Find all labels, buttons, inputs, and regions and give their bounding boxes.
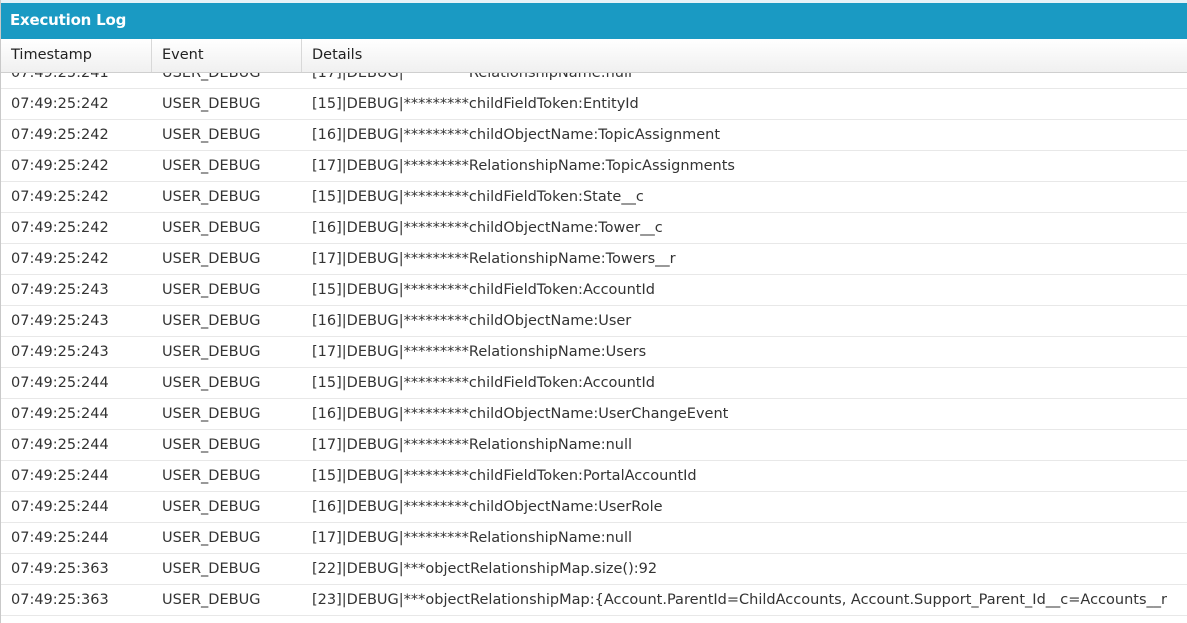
row-event: USER_DEBUG bbox=[162, 530, 261, 546]
row-details: [15]|DEBUG|*********childFieldToken:Stat… bbox=[312, 189, 644, 205]
row-event: USER_DEBUG bbox=[162, 73, 261, 81]
row-details: [15]|DEBUG|*********childFieldToken:Enti… bbox=[312, 96, 639, 112]
row-timestamp: 07:49:25:244 bbox=[11, 530, 109, 546]
row-timestamp: 07:49:25:242 bbox=[11, 220, 109, 236]
row-event: USER_DEBUG bbox=[162, 158, 261, 174]
table-row[interactable]: 07:49:25:363 USER_DEBUG [22]|DEBUG|***obje… bbox=[1, 554, 1187, 585]
row-timestamp: 07:49:25:243 bbox=[11, 313, 109, 329]
row-timestamp: 07:49:25:243 bbox=[11, 282, 109, 298]
row-timestamp: 07:49:25:363 bbox=[11, 592, 109, 608]
table-row[interactable]: 07:49:25:241 USER_DEBUG [17]|DEBUG|*******… bbox=[1, 73, 1187, 89]
table-row[interactable]: 07:49:25:242 USER_DEBUG [16]|DEBUG|*******… bbox=[1, 120, 1187, 151]
log-rows: 07:49:25:241 USER_DEBUG [17]|DEBUG|*******… bbox=[1, 73, 1187, 616]
table-row[interactable]: 07:49:25:242 USER_DEBUG [15]|DEBUG|*******… bbox=[1, 182, 1187, 213]
row-timestamp: 07:49:25:241 bbox=[11, 73, 109, 81]
row-timestamp: 07:49:25:242 bbox=[11, 251, 109, 267]
table-row[interactable]: 07:49:25:243 USER_DEBUG [16]|DEBUG|*******… bbox=[1, 306, 1187, 337]
execution-log-panel: Execution Log Timestamp Event Details 07… bbox=[0, 0, 1187, 623]
table-row[interactable]: 07:49:25:243 USER_DEBUG [17]|DEBUG|*******… bbox=[1, 337, 1187, 368]
row-details: [17]|DEBUG|*********RelationshipName:Top… bbox=[312, 158, 735, 174]
row-event: USER_DEBUG bbox=[162, 251, 261, 267]
row-details: [16]|DEBUG|*********childObjectName:User… bbox=[312, 406, 729, 422]
row-details: [17]|DEBUG|*********RelationshipName:Use… bbox=[312, 344, 647, 360]
row-details: [16]|DEBUG|*********childObjectName:User… bbox=[312, 499, 663, 515]
row-event: USER_DEBUG bbox=[162, 344, 261, 360]
log-table-body[interactable]: 07:49:25:241 USER_DEBUG [17]|DEBUG|*******… bbox=[1, 73, 1187, 623]
row-event: USER_DEBUG bbox=[162, 375, 261, 391]
row-details: [17]|DEBUG|*********RelationshipName:nul… bbox=[312, 437, 633, 453]
table-row[interactable]: 07:49:25:244 USER_DEBUG [15]|DEBUG|*******… bbox=[1, 461, 1187, 492]
row-timestamp: 07:49:25:244 bbox=[11, 375, 109, 391]
row-event: USER_DEBUG bbox=[162, 313, 261, 329]
row-timestamp: 07:49:25:242 bbox=[11, 96, 109, 112]
row-event: USER_DEBUG bbox=[162, 561, 261, 577]
panel-title: Execution Log bbox=[10, 11, 127, 29]
row-timestamp: 07:49:25:244 bbox=[11, 437, 109, 453]
panel-titlebar: Execution Log bbox=[1, 0, 1187, 39]
row-event: USER_DEBUG bbox=[162, 592, 261, 608]
table-row[interactable]: 07:49:25:242 USER_DEBUG [16]|DEBUG|*******… bbox=[1, 213, 1187, 244]
row-event: USER_DEBUG bbox=[162, 406, 261, 422]
table-row[interactable]: 07:49:25:244 USER_DEBUG [17]|DEBUG|*******… bbox=[1, 430, 1187, 461]
row-event: USER_DEBUG bbox=[162, 127, 261, 143]
log-table-header: Timestamp Event Details bbox=[1, 39, 1187, 73]
row-timestamp: 07:49:25:244 bbox=[11, 406, 109, 422]
row-details: [15]|DEBUG|*********childFieldToken:Port… bbox=[312, 468, 697, 484]
row-event: USER_DEBUG bbox=[162, 437, 261, 453]
row-timestamp: 07:49:25:244 bbox=[11, 499, 109, 515]
table-row[interactable]: 07:49:25:243 USER_DEBUG [15]|DEBUG|*******… bbox=[1, 275, 1187, 306]
row-timestamp: 07:49:25:242 bbox=[11, 127, 109, 143]
row-timestamp: 07:49:25:244 bbox=[11, 468, 109, 484]
column-header-details[interactable]: Details bbox=[302, 39, 1187, 72]
row-details: [22]|DEBUG|***objectRelationshipMap.size… bbox=[312, 561, 658, 577]
row-event: USER_DEBUG bbox=[162, 96, 261, 112]
row-event: USER_DEBUG bbox=[162, 282, 261, 298]
table-row[interactable]: 07:49:25:244 USER_DEBUG [16]|DEBUG|*******… bbox=[1, 399, 1187, 430]
row-timestamp: 07:49:25:242 bbox=[11, 158, 109, 174]
row-timestamp: 07:49:25:242 bbox=[11, 189, 109, 205]
row-event: USER_DEBUG bbox=[162, 468, 261, 484]
row-event: USER_DEBUG bbox=[162, 220, 261, 236]
table-row[interactable]: 07:49:25:363 USER_DEBUG [23]|DEBUG|***obje… bbox=[1, 585, 1187, 616]
row-details: [16]|DEBUG|*********childObjectName:Towe… bbox=[312, 220, 663, 236]
row-details: [15]|DEBUG|*********childFieldToken:Acco… bbox=[312, 282, 655, 298]
row-timestamp: 07:49:25:363 bbox=[11, 561, 109, 577]
row-details: [16]|DEBUG|*********childObjectName:Topi… bbox=[312, 127, 721, 143]
column-header-timestamp[interactable]: Timestamp bbox=[1, 39, 152, 72]
row-event: USER_DEBUG bbox=[162, 499, 261, 515]
row-details: [15]|DEBUG|*********childFieldToken:Acco… bbox=[312, 375, 655, 391]
row-details: [17]|DEBUG|*********RelationshipName:Tow… bbox=[312, 251, 676, 267]
row-timestamp: 07:49:25:243 bbox=[11, 344, 109, 360]
table-row[interactable]: 07:49:25:244 USER_DEBUG [17]|DEBUG|*******… bbox=[1, 523, 1187, 554]
row-details: [23]|DEBUG|***objectRelationshipMap:{Acc… bbox=[312, 592, 1167, 608]
row-details: [16]|DEBUG|*********childObjectName:User bbox=[312, 313, 632, 329]
row-details: [17]|DEBUG|*********RelationshipName:nul… bbox=[312, 73, 633, 81]
table-row[interactable]: 07:49:25:242 USER_DEBUG [15]|DEBUG|*******… bbox=[1, 89, 1187, 120]
row-event: USER_DEBUG bbox=[162, 189, 261, 205]
table-row[interactable]: 07:49:25:244 USER_DEBUG [15]|DEBUG|*******… bbox=[1, 368, 1187, 399]
column-header-event[interactable]: Event bbox=[152, 39, 302, 72]
table-row[interactable]: 07:49:25:242 USER_DEBUG [17]|DEBUG|*******… bbox=[1, 244, 1187, 275]
table-row[interactable]: 07:49:25:244 USER_DEBUG [16]|DEBUG|*******… bbox=[1, 492, 1187, 523]
table-row[interactable]: 07:49:25:242 USER_DEBUG [17]|DEBUG|*******… bbox=[1, 151, 1187, 182]
row-details: [17]|DEBUG|*********RelationshipName:nul… bbox=[312, 530, 633, 546]
